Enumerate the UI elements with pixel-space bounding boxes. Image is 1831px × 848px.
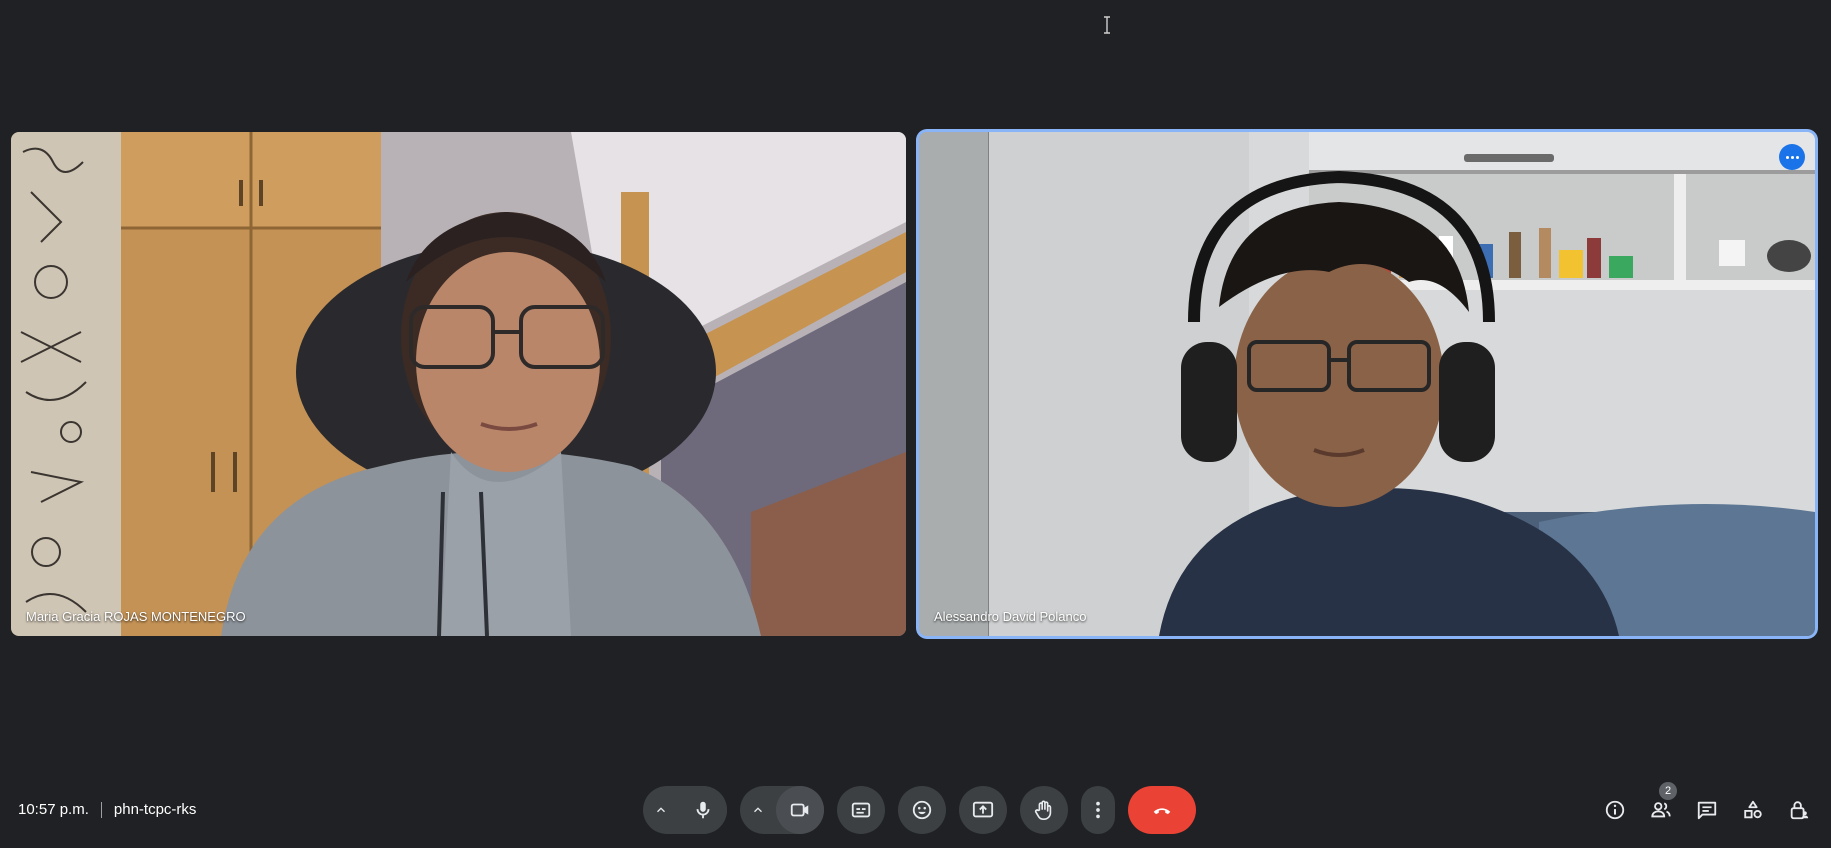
people-icon [1651,802,1671,818]
leave-call-button[interactable] [1128,786,1196,834]
raise-hand-button[interactable] [1020,786,1068,834]
video-options-button[interactable] [740,786,776,834]
raise-hand-icon [1034,800,1052,820]
call-end-icon [1153,808,1171,815]
meeting-time: 10:57 p.m. [18,801,89,818]
activities-shapes-icon [1744,800,1762,819]
chevron-up-icon [657,807,665,813]
divider [100,801,102,818]
call-controls [643,786,1196,834]
participant-count-badge: 2 [1659,782,1677,800]
mic-control-group [643,786,727,834]
participant-name: Alessandro David Polanco [934,609,1087,624]
more-options-button[interactable] [1081,786,1115,834]
participant-tile-2[interactable]: Alessandro David Polanco [919,132,1815,636]
participant-tile-1[interactable]: Maria Gracia ROJAS MONTENEGRO [11,132,906,636]
meeting-code: phn-tcpc-rks [113,801,197,818]
dot-2 [1790,155,1794,159]
microphone-button[interactable] [679,786,727,834]
audio-options-button[interactable] [643,786,679,834]
videocam-icon [790,803,809,817]
meeting-info: 10:57 p.m. phn-tcpc-rks [18,801,196,818]
reactions-button[interactable] [898,786,946,834]
meet-call-window: Maria Gracia ROJAS MONTENEGRO Alessandro… [0,0,1831,848]
side-panel-controls: 2 [1597,782,1817,830]
more-vert-icon [1096,801,1100,819]
bottom-bar: 10:57 p.m. phn-tcpc-rks 2 [0,780,1831,840]
text-cursor-icon [1104,16,1110,34]
participant-video-1 [11,132,906,636]
host-controls-button[interactable] [1781,790,1817,830]
chat-icon [1697,801,1717,820]
emoji-icon [912,800,932,820]
people-button[interactable]: 2 [1643,782,1679,830]
closed-captions-icon [851,802,871,818]
activities-button[interactable] [1735,790,1771,830]
participant-name: Maria Gracia ROJAS MONTENEGRO [26,609,246,624]
dot-3 [1795,155,1799,159]
captions-button[interactable] [837,786,885,834]
lock-person-icon [1790,801,1809,820]
info-icon [1605,800,1625,820]
camera-control-group [740,786,824,834]
meeting-details-button[interactable] [1597,790,1633,830]
present-screen-icon [972,801,994,818]
participant-video-2 [919,132,1815,636]
chevron-up-icon [754,807,762,813]
chat-button[interactable] [1689,790,1725,830]
dot-1 [1785,155,1789,159]
camera-button[interactable] [776,786,824,834]
tile-options-button[interactable] [1779,144,1805,170]
present-button[interactable] [959,786,1007,834]
microphone-icon [696,801,710,819]
